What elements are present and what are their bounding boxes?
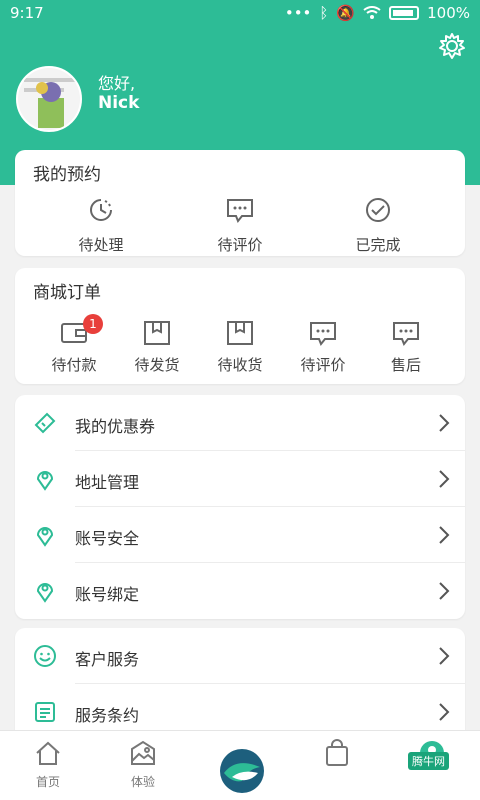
smile-icon xyxy=(34,645,56,667)
bluetooth-icon: ᛒ xyxy=(319,4,329,22)
watermark-text: 腾牛网 xyxy=(408,752,449,770)
username: Nick xyxy=(98,93,140,113)
menu-item-label: 账号绑定 xyxy=(75,585,140,604)
chevron-right-icon xyxy=(439,582,450,600)
more-dots-icon: ••• xyxy=(284,4,312,22)
battery-level: 100% xyxy=(427,4,470,22)
avatar[interactable] xyxy=(16,66,82,132)
greeting-text: 您好, xyxy=(98,74,136,93)
comment-icon xyxy=(227,199,253,223)
order-to-review-label: 待评价 xyxy=(300,356,346,374)
chevron-right-icon xyxy=(439,414,450,432)
menu-item-label: 我的优惠券 xyxy=(75,417,156,436)
appointments-title: 我的预约 xyxy=(33,165,101,185)
location-icon xyxy=(36,583,54,603)
menu-item-account-binding[interactable]: 账号绑定 xyxy=(15,563,465,619)
mute-icon: 🔕 xyxy=(336,4,356,22)
order-pending-shipment-label: 待发货 xyxy=(134,356,180,374)
order-pending-payment-label: 待付款 xyxy=(51,356,97,374)
order-pending-receipt[interactable]: 待收货 xyxy=(205,320,275,375)
appointment-completed-label: 已完成 xyxy=(355,236,401,254)
appointment-completed[interactable]: 已完成 xyxy=(328,196,428,255)
menu-item-label: 客户服务 xyxy=(75,650,140,669)
chevron-right-icon xyxy=(439,703,450,721)
tab-home[interactable]: 首页 xyxy=(18,739,78,790)
box-icon xyxy=(144,321,170,345)
comment-icon xyxy=(310,322,336,346)
wifi-icon xyxy=(363,6,381,19)
menu-item-customer-service[interactable]: 客户服务 xyxy=(15,628,465,684)
chevron-right-icon xyxy=(439,647,450,665)
menu-item-label: 服务条约 xyxy=(75,706,140,725)
appointments-card: 我的预约 待处理 待评价 已完成 xyxy=(15,150,465,256)
box-icon xyxy=(227,321,253,345)
menu-item-label: 地址管理 xyxy=(75,473,140,492)
appointment-to-review-label: 待评价 xyxy=(217,236,263,254)
menu-item-address[interactable]: 地址管理 xyxy=(15,451,465,507)
location-icon xyxy=(36,527,54,547)
menu-item-coupons[interactable]: 我的优惠券 xyxy=(15,395,465,451)
account-menu-card: 我的优惠券 地址管理 账号安全 账号绑定 xyxy=(15,395,465,619)
status-time: 9:17 xyxy=(10,4,44,22)
tab-experience[interactable]: 体验 xyxy=(113,739,173,790)
order-after-sales[interactable]: 售后 xyxy=(371,320,441,375)
clock-icon xyxy=(90,199,112,221)
status-bar: 9:17 ••• ᛒ 🔕 100% xyxy=(0,0,480,28)
bag-icon xyxy=(326,739,348,766)
appointment-pending-label: 待处理 xyxy=(78,236,124,254)
home-icon xyxy=(36,741,60,765)
notification-badge: 1 xyxy=(83,314,103,334)
gallery-icon xyxy=(131,740,155,765)
order-pending-payment[interactable]: 1 待付款 xyxy=(39,314,109,375)
status-icons: ••• ᛒ 🔕 100% xyxy=(285,4,470,22)
appointment-pending[interactable]: 待处理 xyxy=(51,196,151,255)
menu-item-label: 账号安全 xyxy=(75,529,140,548)
menu-item-account-security[interactable]: 账号安全 xyxy=(15,507,465,563)
order-pending-shipment[interactable]: 待发货 xyxy=(122,320,192,375)
chevron-right-icon xyxy=(439,526,450,544)
mall-orders-title: 商城订单 xyxy=(33,283,101,303)
order-pending-receipt-label: 待收货 xyxy=(217,356,263,374)
order-after-sales-label: 售后 xyxy=(390,356,421,374)
tab-shop[interactable] xyxy=(307,739,367,771)
service-menu-card: 客户服务 服务条约 xyxy=(15,628,465,738)
battery-icon xyxy=(389,6,420,20)
comment-icon xyxy=(393,322,419,346)
location-icon xyxy=(36,471,54,491)
check-circle-icon xyxy=(366,198,390,222)
appointment-to-review[interactable]: 待评价 xyxy=(190,196,290,255)
coupon-icon xyxy=(34,412,56,434)
chevron-right-icon xyxy=(439,470,450,488)
tab-experience-label: 体验 xyxy=(130,775,155,789)
document-icon xyxy=(35,702,55,722)
center-logo-button[interactable] xyxy=(218,747,266,795)
tab-home-label: 首页 xyxy=(35,775,60,789)
mall-orders-card: 商城订单 1 待付款 待发货 待收货 待评价 售后 xyxy=(15,268,465,384)
bird-logo-icon xyxy=(220,749,264,793)
gear-icon[interactable] xyxy=(438,32,466,60)
order-to-review[interactable]: 待评价 xyxy=(288,320,358,375)
